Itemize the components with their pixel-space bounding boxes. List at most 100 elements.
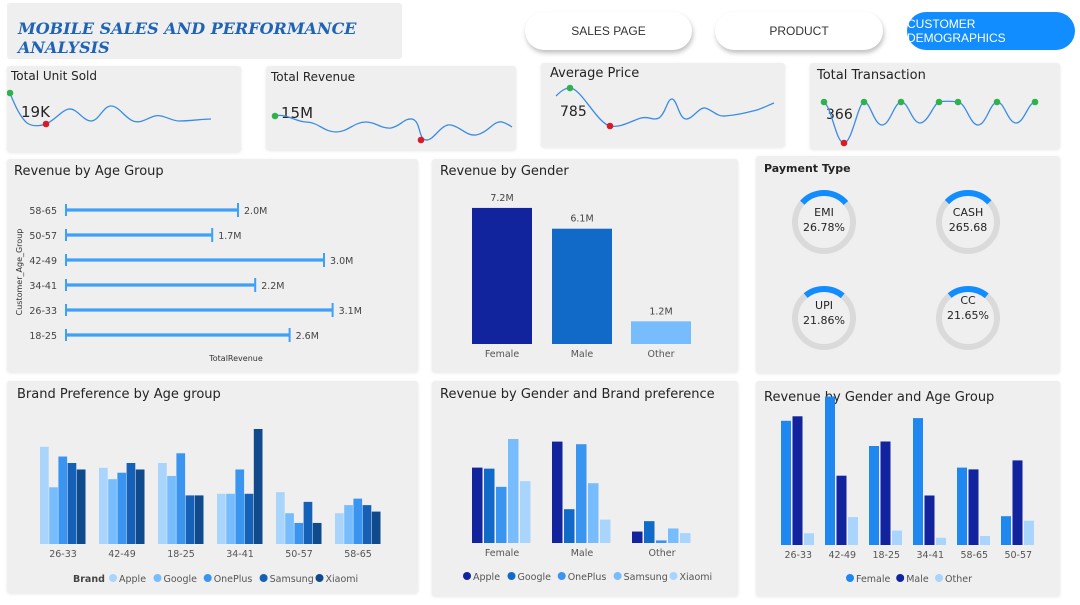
- grouped-bar[interactable]: [344, 505, 353, 544]
- grouped-bar[interactable]: [496, 486, 507, 543]
- legend-marker[interactable]: [109, 574, 117, 582]
- legend-label[interactable]: Google: [518, 572, 552, 583]
- grouped-bar[interactable]: [294, 522, 304, 544]
- grouped-bar[interactable]: [40, 446, 49, 544]
- grouped-bar[interactable]: [135, 469, 145, 544]
- grouped-bar[interactable]: [588, 483, 599, 543]
- grouped-bar[interactable]: [176, 453, 186, 544]
- grouped-bar[interactable]: [185, 495, 195, 544]
- grouped-bar[interactable]: [836, 475, 847, 545]
- gender-age-chart[interactable]: 26-33 42-49 18-25 34-41 58-65 50-57 Female Male…: [756, 381, 1060, 596]
- legend-marker[interactable]: [846, 574, 854, 582]
- grouped-bar[interactable]: [804, 533, 814, 545]
- legend-marker[interactable]: [669, 572, 678, 580]
- grouped-bar[interactable]: [644, 521, 655, 543]
- grouped-bar[interactable]: [217, 493, 226, 544]
- grouped-bar[interactable]: [303, 501, 313, 544]
- grouped-bar[interactable]: [680, 533, 691, 543]
- grouped-bar[interactable]: [158, 463, 167, 544]
- grouped-bar[interactable]: [235, 469, 245, 544]
- brand-by-age-chart[interactable]: 26-33 42-49 18-25 34-41 50-57 58-65 Brand Apple…: [7, 381, 418, 593]
- grouped-bar[interactable]: [117, 472, 127, 544]
- legend-marker[interactable]: [153, 574, 162, 582]
- grouped-bar[interactable]: [576, 444, 587, 543]
- grouped-bar[interactable]: [892, 530, 902, 545]
- grouped-bar[interactable]: [194, 495, 204, 544]
- grouped-bar[interactable]: [656, 540, 667, 543]
- grouped-bar[interactable]: [632, 531, 643, 543]
- grouped-bar[interactable]: [968, 469, 979, 545]
- legend-marker[interactable]: [463, 572, 471, 580]
- grouped-bar[interactable]: [848, 517, 858, 545]
- gender-bar[interactable]: [631, 321, 691, 344]
- grouped-bar[interactable]: [285, 513, 294, 544]
- nav-sales-page-button[interactable]: SALES PAGE: [525, 12, 692, 50]
- legend-marker[interactable]: [203, 574, 212, 582]
- legend-label[interactable]: Female: [856, 574, 891, 585]
- legend-label[interactable]: Apple: [473, 572, 500, 583]
- grouped-bar[interactable]: [1024, 520, 1034, 545]
- grouped-bar[interactable]: [520, 481, 531, 543]
- grouped-bar[interactable]: [353, 498, 363, 544]
- grouped-bar[interactable]: [1012, 460, 1023, 545]
- payment-type-gauges[interactable]: [756, 156, 1060, 373]
- grouped-bar[interactable]: [600, 519, 611, 543]
- legend-marker[interactable]: [315, 574, 324, 582]
- nav-product-button[interactable]: PRODUCT: [715, 12, 883, 50]
- grouped-bar[interactable]: [508, 439, 519, 543]
- grouped-bar[interactable]: [244, 493, 254, 544]
- legend-label[interactable]: Samsung: [624, 572, 668, 583]
- legend-label[interactable]: Google: [164, 574, 198, 585]
- grouped-bar[interactable]: [99, 467, 108, 544]
- grouped-bar[interactable]: [362, 505, 372, 544]
- grouped-bar[interactable]: [472, 467, 483, 543]
- legend-marker[interactable]: [613, 572, 622, 580]
- grouped-bar[interactable]: [552, 441, 563, 543]
- grouped-bar[interactable]: [126, 463, 136, 544]
- legend-label[interactable]: Other: [945, 574, 972, 585]
- grouped-bar[interactable]: [253, 428, 263, 544]
- grouped-bar[interactable]: [792, 416, 803, 545]
- grouped-bar[interactable]: [371, 511, 381, 544]
- grouped-bar[interactable]: [980, 536, 990, 545]
- gender-brand-chart[interactable]: Female Male Other Apple Google OnePlus Samsung…: [432, 381, 738, 596]
- grouped-bar[interactable]: [880, 441, 891, 546]
- nav-customer-demographics-button[interactable]: CUSTOMER DEMOGRAPHICS: [907, 12, 1075, 50]
- grouped-bar[interactable]: [108, 479, 117, 544]
- legend-marker[interactable]: [557, 572, 566, 580]
- legend-label[interactable]: Xiaomi: [326, 574, 359, 585]
- grouped-bar[interactable]: [226, 493, 235, 544]
- grouped-bar[interactable]: [58, 456, 68, 544]
- grouped-bar[interactable]: [276, 492, 285, 544]
- grouped-bar[interactable]: [76, 469, 86, 544]
- grouped-bar[interactable]: [869, 446, 879, 545]
- legend-marker[interactable]: [935, 574, 943, 582]
- revenue-by-age-chart[interactable]: 58-65 2.0M 50-57 1.7M 42-49 3.0M 34-41 2.2M 26-3…: [7, 159, 418, 372]
- legend-label[interactable]: Samsung: [270, 574, 314, 585]
- legend-marker[interactable]: [896, 574, 905, 582]
- legend-label[interactable]: OnePlus: [214, 574, 253, 585]
- gender-bar[interactable]: [552, 228, 612, 344]
- grouped-bar[interactable]: [957, 467, 967, 545]
- grouped-bar[interactable]: [484, 468, 495, 543]
- legend-label[interactable]: Apple: [119, 574, 146, 585]
- legend-label[interactable]: Male: [906, 574, 929, 585]
- legend-label[interactable]: OnePlus: [568, 572, 607, 583]
- grouped-bar[interactable]: [1001, 516, 1011, 545]
- grouped-bar[interactable]: [167, 475, 176, 544]
- grouped-bar[interactable]: [49, 487, 58, 544]
- legend-label[interactable]: Xiaomi: [680, 572, 713, 583]
- grouped-bar[interactable]: [312, 522, 322, 544]
- grouped-bar[interactable]: [936, 537, 946, 545]
- gender-bar[interactable]: [472, 207, 532, 344]
- grouped-bar[interactable]: [335, 513, 344, 544]
- grouped-bar[interactable]: [564, 509, 575, 543]
- grouped-bar[interactable]: [924, 495, 935, 546]
- grouped-bar[interactable]: [781, 420, 791, 545]
- grouped-bar[interactable]: [67, 463, 77, 544]
- revenue-by-gender-chart[interactable]: 7.2M Female 6.1M Male 1.2M Other: [432, 159, 738, 372]
- legend-marker[interactable]: [507, 572, 516, 580]
- grouped-bar[interactable]: [913, 418, 923, 545]
- grouped-bar[interactable]: [825, 396, 835, 546]
- grouped-bar[interactable]: [668, 528, 679, 543]
